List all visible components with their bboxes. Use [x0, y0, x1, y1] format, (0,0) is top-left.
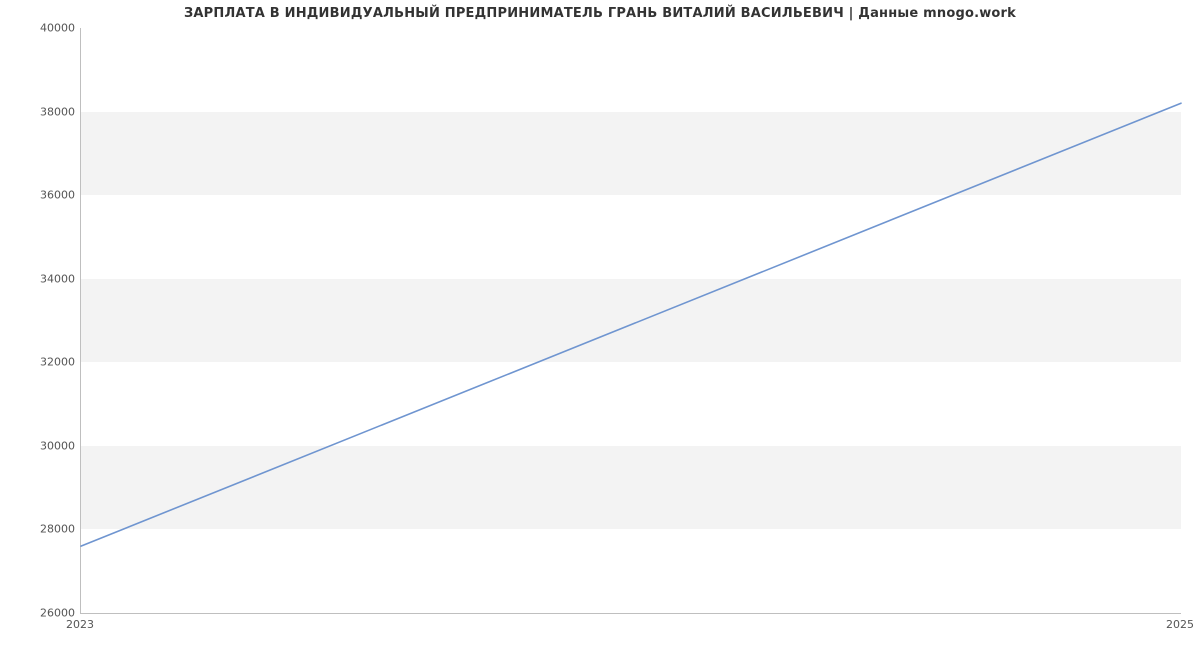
series-layer [81, 28, 1181, 613]
series-line [81, 103, 1181, 546]
chart-container: ЗАРПЛАТА В ИНДИВИДУАЛЬНЫЙ ПРЕДПРИНИМАТЕЛ… [0, 0, 1200, 650]
y-tick-label: 32000 [25, 356, 75, 369]
x-tick-label: 2025 [1166, 618, 1194, 631]
y-tick-label: 30000 [25, 439, 75, 452]
chart-title: ЗАРПЛАТА В ИНДИВИДУАЛЬНЫЙ ПРЕДПРИНИМАТЕЛ… [0, 6, 1200, 21]
plot-area [80, 28, 1181, 614]
y-tick-label: 38000 [25, 105, 75, 118]
x-tick-label: 2023 [66, 618, 94, 631]
y-tick-label: 28000 [25, 523, 75, 536]
y-tick-label: 34000 [25, 272, 75, 285]
y-tick-label: 36000 [25, 189, 75, 202]
y-tick-label: 40000 [25, 22, 75, 35]
